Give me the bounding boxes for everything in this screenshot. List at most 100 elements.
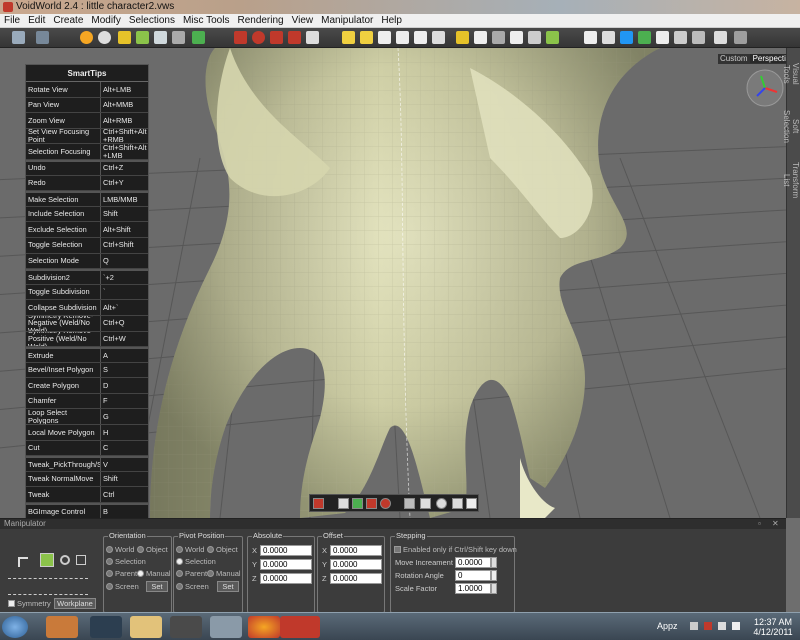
select-mode-icon[interactable]	[306, 31, 319, 44]
light-icon[interactable]	[674, 31, 687, 44]
orientation-object[interactable]: Object	[137, 545, 168, 554]
network-icon[interactable]	[718, 622, 726, 630]
face-mode-icon[interactable]	[366, 498, 377, 509]
firefox-icon[interactable]	[248, 616, 280, 638]
pivot-set-button[interactable]: Set	[217, 581, 239, 592]
weld-icon[interactable]	[456, 31, 469, 44]
panel-min-icon[interactable]: ▫	[758, 520, 766, 528]
shading-icon[interactable]	[80, 31, 93, 44]
xray-icon[interactable]	[452, 498, 463, 509]
symmetry-checkbox[interactable]	[8, 600, 15, 607]
select-arrow-icon[interactable]	[18, 557, 28, 567]
workplane-button[interactable]: Workplane	[54, 598, 96, 609]
smooth-icon[interactable]	[436, 498, 447, 509]
options-icon[interactable]	[734, 31, 747, 44]
orientation-parent[interactable]: Parent	[106, 569, 137, 578]
menu-edit[interactable]: Edit	[24, 14, 49, 28]
orientation-set-button[interactable]: Set	[146, 581, 168, 592]
pivot-world[interactable]: World	[176, 545, 204, 554]
orientation-manual[interactable]: Manual	[137, 569, 171, 578]
snap-tools-icon[interactable]	[8, 587, 88, 595]
bridge-icon[interactable]	[510, 31, 523, 44]
symmetry-icon[interactable]	[546, 31, 559, 44]
select-circle-icon[interactable]	[252, 31, 265, 44]
grid-icon[interactable]	[692, 31, 705, 44]
move-increment-field[interactable]: 0.0000	[455, 557, 491, 568]
tray-icon[interactable]	[704, 622, 712, 630]
camera-icon[interactable]	[656, 31, 669, 44]
slice-icon[interactable]	[474, 31, 487, 44]
menu-help[interactable]: Help	[377, 14, 406, 28]
shaded-icon[interactable]	[420, 498, 431, 509]
tray-icon[interactable]	[690, 622, 698, 630]
pivot-object[interactable]: Object	[207, 545, 238, 554]
pivot-selection[interactable]: Selection	[176, 557, 216, 566]
menu-view[interactable]: View	[288, 14, 318, 28]
align-icon[interactable]	[584, 31, 597, 44]
create-poly-icon[interactable]	[378, 31, 391, 44]
absolute-z-field[interactable]: 0.0000	[260, 573, 312, 584]
tab-soft-selection[interactable]: Soft Selection	[782, 102, 800, 150]
rotation-angle-field[interactable]: 0	[455, 570, 491, 581]
snapshot-icon[interactable]	[466, 498, 477, 509]
pivot-screen[interactable]: Screen	[176, 582, 209, 591]
tweak-icon[interactable]	[492, 31, 505, 44]
rotate-tool-icon[interactable]	[60, 555, 70, 565]
cut-icon[interactable]	[432, 31, 445, 44]
symmetry-option[interactable]: Symmetry	[8, 599, 51, 608]
move-tool-icon[interactable]	[40, 553, 54, 567]
voidworld-task-icon[interactable]	[280, 616, 320, 638]
refresh-icon[interactable]	[154, 31, 167, 44]
menu-rendering[interactable]: Rendering	[233, 14, 287, 28]
wireframe-icon[interactable]	[404, 498, 415, 509]
edge-mode-icon[interactable]	[352, 498, 363, 509]
taskbar-app-icon[interactable]	[90, 616, 122, 638]
menu-create[interactable]: Create	[49, 14, 87, 28]
mirror-icon[interactable]	[528, 31, 541, 44]
menu-manipulator[interactable]: Manipulator	[317, 14, 377, 28]
element-mode-icon[interactable]	[380, 498, 391, 509]
select-paint-icon[interactable]	[288, 31, 301, 44]
view-custom-label[interactable]: Custom	[718, 54, 750, 63]
object-mode-icon[interactable]	[313, 498, 324, 509]
select-rect-icon[interactable]	[234, 31, 247, 44]
tab-transform-list[interactable]: Transform List	[782, 156, 800, 204]
clock[interactable]: 12:37 AM 4/12/2011	[748, 617, 798, 637]
snap-icon[interactable]	[602, 31, 615, 44]
material-icon[interactable]	[98, 31, 111, 44]
orientation-selection[interactable]: Selection	[106, 557, 146, 566]
menu-modify[interactable]: Modify	[87, 14, 124, 28]
stepping-enabled-option[interactable]: Enabled only if Ctrl/Shift key down	[394, 545, 517, 554]
panel-close-icon[interactable]: ✕	[772, 520, 780, 528]
bevel-icon[interactable]	[360, 31, 373, 44]
start-button[interactable]	[2, 616, 28, 638]
orientation-world[interactable]: World	[106, 545, 134, 554]
redo-icon[interactable]	[36, 31, 49, 44]
settings-icon[interactable]	[714, 31, 727, 44]
scale-factor-spinner[interactable]	[491, 583, 497, 594]
folder-icon[interactable]	[130, 616, 162, 638]
pivot-manual[interactable]: Manual	[207, 569, 241, 578]
loop-icon[interactable]	[414, 31, 427, 44]
object-icon[interactable]	[118, 31, 131, 44]
mesh-icon[interactable]	[136, 31, 149, 44]
tray-appz[interactable]: Appz	[657, 621, 678, 631]
offset-x-field[interactable]: 0.0000	[330, 545, 382, 556]
taskbar-app-icon[interactable]	[46, 616, 78, 638]
offset-y-field[interactable]: 0.0000	[330, 559, 382, 570]
taskbar-app-icon[interactable]	[210, 616, 242, 638]
tab-visual-tools[interactable]: Visual Tools	[782, 54, 800, 94]
extrude-icon[interactable]	[342, 31, 355, 44]
menu-selections[interactable]: Selections	[125, 14, 179, 28]
offset-z-field[interactable]: 0.0000	[330, 573, 382, 584]
stepping-enabled-checkbox[interactable]	[394, 546, 401, 553]
taskbar-app-icon[interactable]	[170, 616, 202, 638]
uv-icon[interactable]	[620, 31, 633, 44]
volume-icon[interactable]	[732, 622, 740, 630]
select-lasso-icon[interactable]	[270, 31, 283, 44]
align-tools-icon[interactable]	[8, 571, 88, 579]
pivot-parent[interactable]: Parent	[176, 569, 207, 578]
vertex-mode-icon[interactable]	[338, 498, 349, 509]
render-icon[interactable]	[638, 31, 651, 44]
absolute-x-field[interactable]: 0.0000	[260, 545, 312, 556]
